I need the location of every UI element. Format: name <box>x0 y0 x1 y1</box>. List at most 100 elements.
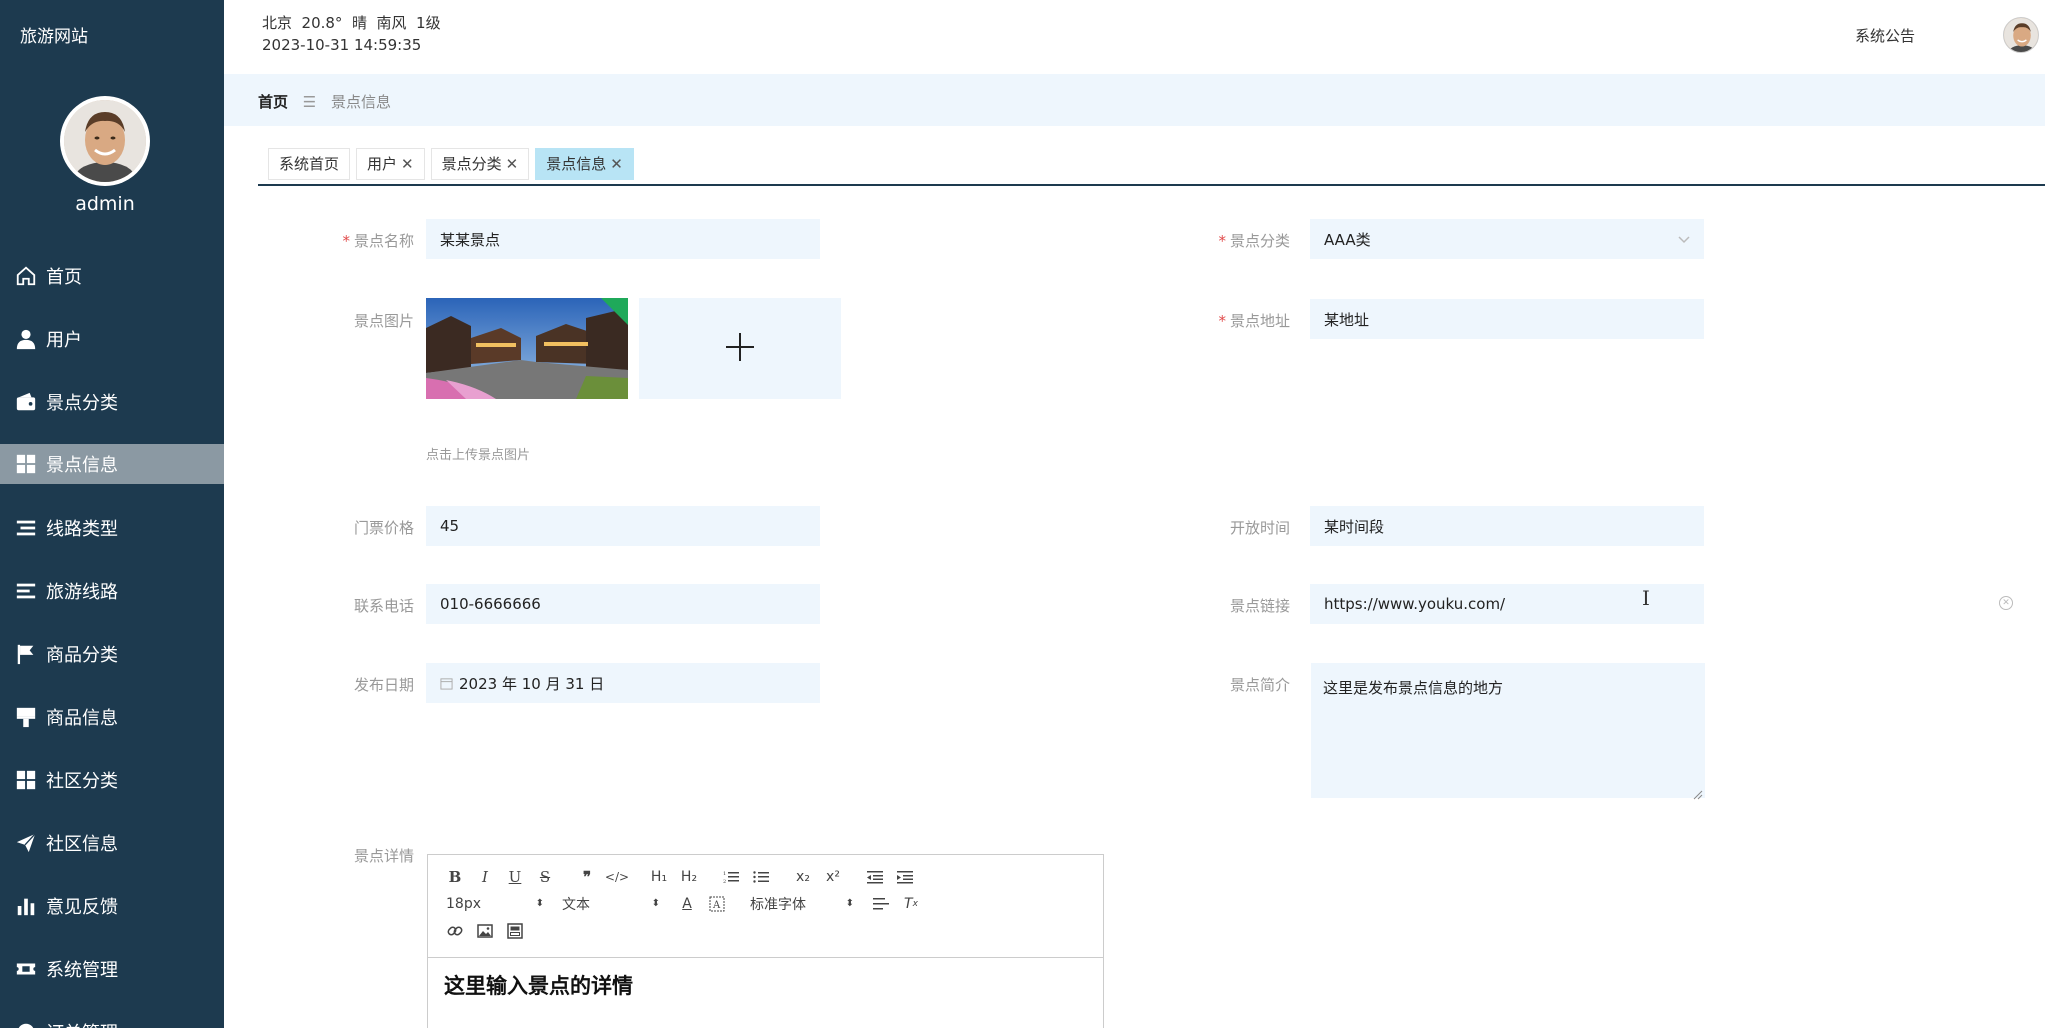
sidebar-item-scenic-info[interactable]: 景点信息 <box>0 444 224 484</box>
underline-button[interactable]: U <box>500 866 530 888</box>
heading1-button[interactable]: H₁ <box>644 866 674 888</box>
rich-text-editor[interactable]: B I U S ❞ </> H₁ H₂ 12 x₂ x² 18px ⬍ 文本 ⬍… <box>427 854 1104 1028</box>
list-icon <box>14 516 38 540</box>
tab-underline <box>258 184 2045 186</box>
wallet-icon <box>14 390 38 414</box>
sidebar-item-community-info[interactable]: 社区信息 <box>0 811 224 874</box>
bold-button[interactable]: B <box>440 866 470 888</box>
sidebar-item-user[interactable]: 用户 <box>0 307 224 370</box>
header-avatar[interactable] <box>2003 17 2039 53</box>
image-upload-button[interactable] <box>639 298 841 399</box>
tab-label: 系统首页 <box>279 155 340 173</box>
bar-chart-icon <box>14 894 38 918</box>
plus-icon <box>724 331 756 367</box>
subscript-button[interactable]: x₂ <box>788 866 818 888</box>
font-color-button[interactable]: A <box>672 893 702 915</box>
grid-icon <box>14 452 38 476</box>
weather-line: 北京 20.8° 晴 南风 1级 <box>262 14 441 32</box>
scenic-category-select[interactable]: AAA类 <box>1310 219 1704 259</box>
ticket-price-input[interactable]: 45 <box>426 506 820 546</box>
sidebar-item-label: 用户 <box>46 329 82 351</box>
resize-handle-icon[interactable] <box>1693 786 1703 800</box>
scenic-detail-label: 景点详情 <box>353 847 414 865</box>
ticket-price-value: 45 <box>440 517 460 535</box>
image-icon[interactable] <box>470 920 500 942</box>
site-title: 旅游网站 <box>20 27 88 47</box>
heading2-button[interactable]: H₂ <box>674 866 704 888</box>
phone-input[interactable]: 010-6666666 <box>426 584 820 624</box>
indent-button[interactable] <box>890 866 920 888</box>
ordered-list-button[interactable]: 12 <box>716 866 746 888</box>
editor-content[interactable]: 这里输入景点的详情 <box>428 958 1103 1012</box>
sidebar-item-product-info[interactable]: 商品信息 <box>0 685 224 748</box>
tab-scenic-info[interactable]: 景点信息 ✕ <box>535 148 634 180</box>
sidebar-item-scenic-category[interactable]: 景点分类 <box>0 370 224 433</box>
datetime: 2023-10-31 14:59:35 <box>262 36 422 54</box>
close-icon[interactable]: ✕ <box>401 155 414 173</box>
scenic-address-label: * 景点地址 <box>1218 312 1290 330</box>
italic-button[interactable]: I <box>470 866 500 888</box>
tab-user[interactable]: 用户 ✕ <box>356 148 425 180</box>
breadcrumb: 首页 ☰ 景点信息 <box>258 91 391 112</box>
tab-system-home[interactable]: 系统首页 <box>268 148 351 180</box>
phone-value: 010-6666666 <box>440 595 541 613</box>
sidebar-item-label: 系统管理 <box>46 959 118 981</box>
tab-scenic-category[interactable]: 景点分类 ✕ <box>430 148 530 180</box>
sidebar-item-label: 首页 <box>46 266 82 288</box>
scenic-address-value: 某地址 <box>1324 310 1370 329</box>
flag-icon <box>14 642 38 666</box>
font-family-select[interactable]: 标准字体 ⬍ <box>744 893 854 915</box>
link-icon[interactable] <box>440 920 470 942</box>
scenic-link-value: https://www.youku.com/ <box>1324 595 1506 613</box>
breadcrumb-separator: ☰ <box>302 93 317 111</box>
video-icon[interactable] <box>500 920 530 942</box>
bullet-list-button[interactable] <box>746 866 776 888</box>
sidebar-item-label: 意见反馈 <box>46 896 118 918</box>
font-size-select[interactable]: 18px ⬍ <box>440 893 544 915</box>
block-type-select[interactable]: 文本 ⬍ <box>556 893 660 915</box>
scenic-name-input[interactable]: 某某景点 <box>426 219 820 259</box>
scenic-intro-textarea[interactable]: 这里是发布景点信息的地方 <box>1311 663 1705 800</box>
circle-icon <box>14 1020 38 1028</box>
svg-text:A: A <box>712 900 721 911</box>
align-button[interactable] <box>866 893 896 915</box>
blockquote-button[interactable]: ❞ <box>572 866 602 888</box>
sidebar-item-community-category[interactable]: 社区分类 <box>0 748 224 811</box>
block-type-value: 文本 <box>562 896 590 913</box>
sidebar-item-home[interactable]: 首页 <box>0 244 224 307</box>
font-family-value: 标准字体 <box>750 896 806 913</box>
scenic-intro-label: 景点简介 <box>1229 676 1290 694</box>
sidebar-item-route-type[interactable]: 线路类型 <box>0 496 224 559</box>
code-button[interactable]: </> <box>602 866 632 888</box>
clear-icon[interactable]: ✕ <box>1999 596 2013 610</box>
scenic-link-label: 景点链接 <box>1229 597 1290 615</box>
sidebar: 旅游网站 admin 首页 用户 景点分类 景点信息 线路类型 旅游线路 商品分… <box>0 0 224 1028</box>
close-icon[interactable]: ✕ <box>506 155 519 173</box>
select-arrows-icon: ⬍ <box>651 898 660 909</box>
sidebar-item-label: 景点分类 <box>46 392 118 414</box>
scenic-image-thumbnail[interactable] <box>426 298 628 399</box>
breadcrumb-home[interactable]: 首页 <box>258 93 288 111</box>
scenic-intro-value: 这里是发布景点信息的地方 <box>1323 679 1504 697</box>
scenic-address-input[interactable]: 某地址 <box>1310 299 1704 339</box>
publish-date-label: 发布日期 <box>353 676 414 694</box>
avatar[interactable] <box>60 96 150 186</box>
sidebar-item-product-category[interactable]: 商品分类 <box>0 622 224 685</box>
system-notice-link[interactable]: 系统公告 <box>1855 25 1915 46</box>
strikethrough-button[interactable]: S <box>530 866 560 888</box>
close-icon[interactable]: ✕ <box>610 155 623 173</box>
clear-format-button[interactable]: Tx <box>896 893 926 915</box>
sidebar-item-system[interactable]: 系统管理 <box>0 937 224 1000</box>
sidebar-item-label: 社区信息 <box>46 833 118 855</box>
breadcrumb-bar: 首页 ☰ 景点信息 <box>224 74 2045 126</box>
superscript-button[interactable]: x² <box>818 866 848 888</box>
select-arrows-icon: ⬍ <box>535 898 544 909</box>
calendar-icon <box>440 677 453 690</box>
publish-date-input[interactable]: 2023 年 10 月 31 日 <box>426 663 820 703</box>
sidebar-item-travel-route[interactable]: 旅游线路 <box>0 559 224 622</box>
background-color-button[interactable]: A <box>702 893 732 915</box>
sidebar-item-feedback[interactable]: 意见反馈 <box>0 874 224 937</box>
sidebar-item-order[interactable]: 订单管理 <box>0 1000 224 1028</box>
outdent-button[interactable] <box>860 866 890 888</box>
open-time-input[interactable]: 某时间段 <box>1310 506 1704 546</box>
